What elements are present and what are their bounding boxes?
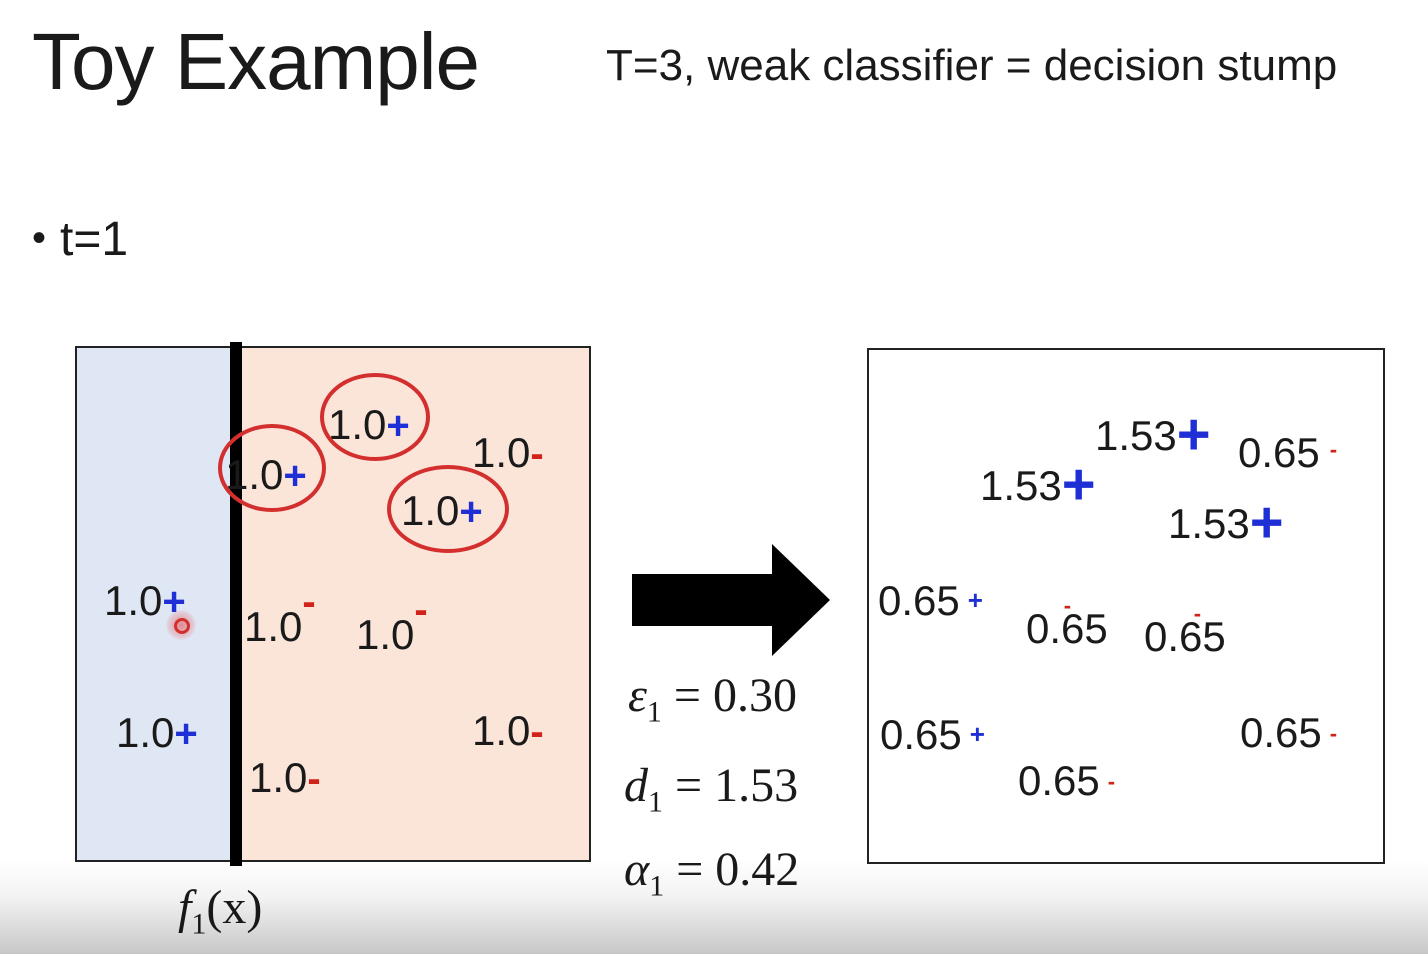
left-point: 1.0- — [249, 754, 321, 801]
right-point: 0.65 + — [878, 577, 983, 624]
right-point: 0.65 + — [880, 711, 985, 758]
left-point: 1.0- — [356, 588, 428, 658]
right-point: 0.65- — [1026, 593, 1108, 652]
left-point: 1.0- — [472, 429, 544, 476]
right-point: 0.65- — [1240, 709, 1338, 756]
left-point: 1.0- — [244, 580, 316, 650]
slide-subtitle: T=3, weak classifier = decision stump — [606, 41, 1338, 90]
bullet-item: • t=1 — [32, 216, 128, 264]
misclassified-circle — [218, 424, 326, 512]
right-point: 1.53+ — [980, 452, 1096, 517]
bullet-dot-icon: • — [32, 216, 47, 260]
misclassified-circle — [387, 465, 509, 553]
right-point: 0.65- — [1238, 429, 1338, 476]
decision-stump-line — [230, 342, 242, 866]
pointer-cursor-icon — [166, 610, 196, 640]
equation-scale: d1 = 1.53 — [624, 759, 799, 819]
slide-title: Toy Example — [32, 17, 480, 106]
right-point: 0.65- — [1018, 757, 1116, 804]
right-arrow-icon — [632, 544, 830, 656]
right-point: 1.53+ — [1095, 402, 1211, 467]
right-point: 1.53+ — [1168, 490, 1284, 555]
equation-alpha: α1 = 0.42 — [624, 843, 800, 903]
bullet-text: t=1 — [60, 213, 129, 266]
left-point: 1.0+ — [116, 709, 198, 756]
right-point: 0.65- — [1144, 601, 1226, 660]
equation-error: ε1 = 0.30 — [628, 669, 797, 729]
misclassified-circle — [320, 373, 430, 461]
classifier-label: f1(x) — [178, 881, 263, 941]
left-point: 1.0- — [472, 707, 544, 754]
